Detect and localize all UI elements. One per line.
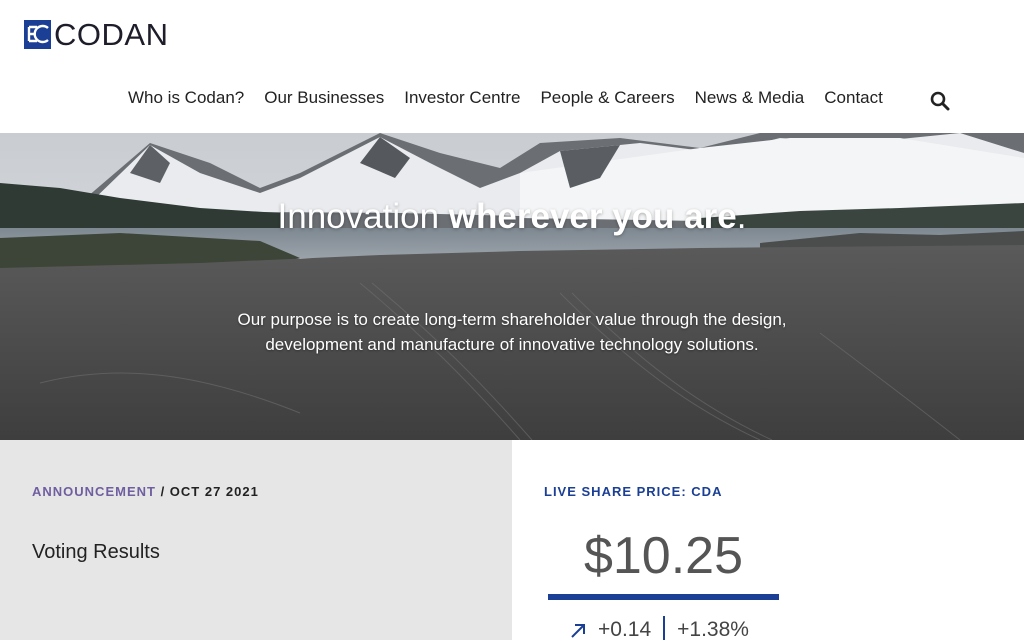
- hero-title-bold: wherever you are: [448, 197, 737, 236]
- nav-contact[interactable]: Contact: [824, 88, 883, 108]
- main-nav: Who is Codan? Our Businesses Investor Ce…: [128, 88, 903, 108]
- search-icon[interactable]: [930, 91, 950, 111]
- nav-our-businesses[interactable]: Our Businesses: [264, 88, 384, 108]
- hero-banner: Innovation wherever you are. Our purpose…: [0, 133, 1024, 440]
- site-header: CODAN Who is Codan? Our Businesses Inves…: [0, 0, 1024, 133]
- announcement-date: OCT 27 2021: [169, 484, 259, 499]
- nav-who-is-codan[interactable]: Who is Codan?: [128, 88, 244, 108]
- hero-title-light: Innovation: [277, 197, 449, 236]
- share-change-row: +0.14 +1.38%: [568, 616, 749, 640]
- price-underline: [548, 594, 779, 600]
- hero-landscape-image: [0, 133, 1024, 440]
- hero-title-period: .: [736, 197, 747, 236]
- share-change-percent: +1.38%: [677, 618, 749, 640]
- announcement-separator: /: [155, 484, 170, 499]
- codan-logo[interactable]: CODAN: [24, 18, 168, 51]
- nav-investor-centre[interactable]: Investor Centre: [404, 88, 520, 108]
- hero-title: Innovation wherever you are.: [0, 197, 1024, 237]
- hero-subtitle: Our purpose is to create long-term share…: [237, 310, 787, 354]
- codan-logo-mark-icon: [24, 20, 51, 49]
- live-share-price-label: LIVE SHARE PRICE: CDA: [544, 484, 723, 499]
- share-price-value: $10.25: [583, 527, 744, 585]
- share-change-value: +0.14: [598, 618, 652, 640]
- announcement-title-link[interactable]: Voting Results: [32, 541, 160, 564]
- announcement-meta: ANNOUNCEMENT / OCT 27 2021: [32, 484, 259, 499]
- nav-people-careers[interactable]: People & Careers: [540, 88, 674, 108]
- announcement-panel: ANNOUNCEMENT / OCT 27 2021 Voting Result…: [0, 440, 512, 640]
- share-price-panel: LIVE SHARE PRICE: CDA $10.25 +0.14 +1.38…: [512, 440, 1024, 640]
- logo-wordmark: CODAN: [54, 17, 169, 52]
- nav-news-media[interactable]: News & Media: [695, 88, 805, 108]
- change-divider: [663, 616, 666, 640]
- announcement-type[interactable]: ANNOUNCEMENT: [32, 484, 156, 499]
- arrow-up-right-icon: [571, 624, 585, 638]
